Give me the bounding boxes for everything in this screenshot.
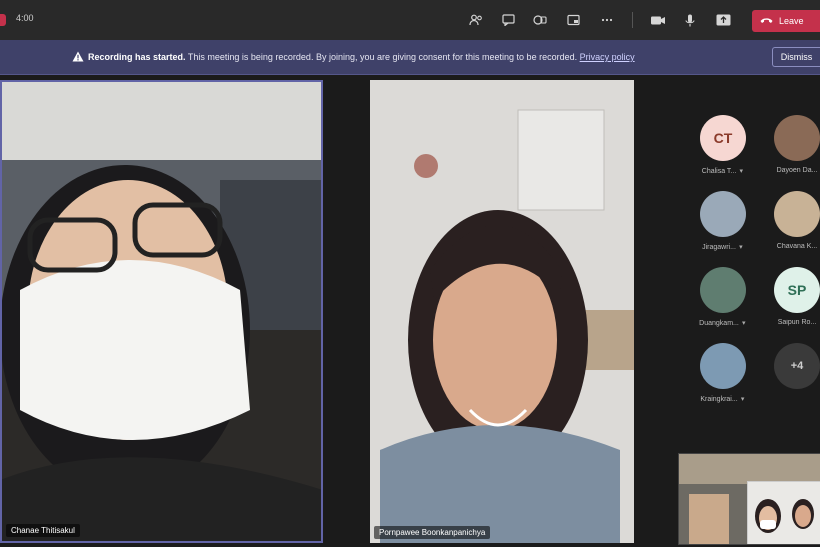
speaker-name-tag: Chanae Thitisakul: [6, 524, 80, 537]
participant-name: Chavana K...: [776, 243, 818, 250]
participant-video-frame: [370, 80, 634, 543]
participant-name: Kraingkrai...: [700, 396, 738, 403]
toolbar-divider: [632, 12, 633, 28]
speaker-video-frame: [2, 82, 321, 541]
dismiss-button[interactable]: Dismiss: [772, 47, 820, 67]
avatar: [700, 343, 746, 389]
avatar: [700, 267, 746, 313]
meeting-toolbar: 4:00 Leave: [0, 0, 820, 40]
mic-icon[interactable]: [680, 10, 700, 30]
mic-off-icon: ▾: [742, 320, 746, 327]
video-tile-participant[interactable]: Pornpawee Boonkanpanichya: [370, 80, 634, 543]
participant-tile-3[interactable]: Jiragawri... ▾: [688, 191, 758, 251]
chat-icon[interactable]: [498, 10, 518, 30]
mic-off-icon: ▾: [740, 396, 745, 403]
phone-hangup-icon: [760, 16, 773, 26]
teams-app-icon: [0, 14, 6, 26]
rooms-icon[interactable]: [563, 10, 583, 30]
meeting-timer: 4:00: [16, 13, 34, 23]
participant-name: Saipun Ro...: [777, 319, 817, 326]
share-icon[interactable]: [713, 10, 733, 30]
mic-off-icon: ▾: [739, 168, 743, 175]
recording-text: This meeting is being recorded. By joini…: [187, 52, 578, 62]
avatar: [774, 191, 820, 237]
participant-name: Jiragawri...: [702, 244, 736, 251]
warning-icon: [72, 51, 84, 65]
avatar: CT: [700, 115, 746, 161]
participants-icon[interactable]: [466, 10, 486, 30]
participant-tile-7[interactable]: Kraingkrai... ▾: [688, 343, 758, 403]
participant-name: Dayoen Da...: [776, 167, 818, 174]
camera-icon[interactable]: [648, 10, 668, 30]
participant-tile-1[interactable]: CT Chalisa T... ▾: [688, 115, 758, 175]
participant-tile-6[interactable]: SP Saipun Ro...: [762, 267, 820, 326]
participant-name: Chalisa T...: [701, 168, 737, 175]
leave-label: Leave: [779, 16, 804, 26]
privacy-policy-link[interactable]: Privacy policy: [580, 52, 635, 62]
avatar: [700, 191, 746, 237]
recording-message: Recording has started. This meeting is b…: [88, 52, 635, 62]
mic-off-icon: ▾: [739, 244, 743, 251]
video-stage: Chanae Thitisakul Pornpawee Boonkanpanic…: [0, 75, 820, 547]
avatar: [774, 115, 820, 161]
more-icon[interactable]: [597, 10, 617, 30]
participant-gallery: CT Chalisa T... ▾ Dayoen Da... Jiragawri…: [680, 75, 820, 455]
leave-button[interactable]: Leave: [752, 10, 820, 32]
participant-tile-4[interactable]: Chavana K...: [762, 191, 820, 250]
recording-title: Recording has started.: [88, 52, 186, 62]
self-view-preview[interactable]: [678, 453, 820, 545]
avatar: SP: [774, 267, 820, 313]
recording-banner: Recording has started. This meeting is b…: [0, 40, 820, 75]
participant-name: Duangkam...: [699, 320, 739, 327]
participant-tile-5[interactable]: Duangkam... ▾: [688, 267, 758, 327]
more-participants-button[interactable]: +4: [762, 343, 820, 389]
pip-video-frame: [748, 482, 820, 544]
pip-video: [747, 481, 820, 544]
overflow-count: +4: [774, 343, 820, 389]
participant-name-tag: Pornpawee Boonkanpanichya: [374, 526, 491, 539]
reactions-icon[interactable]: [530, 10, 550, 30]
video-tile-speaker[interactable]: Chanae Thitisakul: [0, 80, 323, 543]
participant-tile-2[interactable]: Dayoen Da...: [762, 115, 820, 174]
